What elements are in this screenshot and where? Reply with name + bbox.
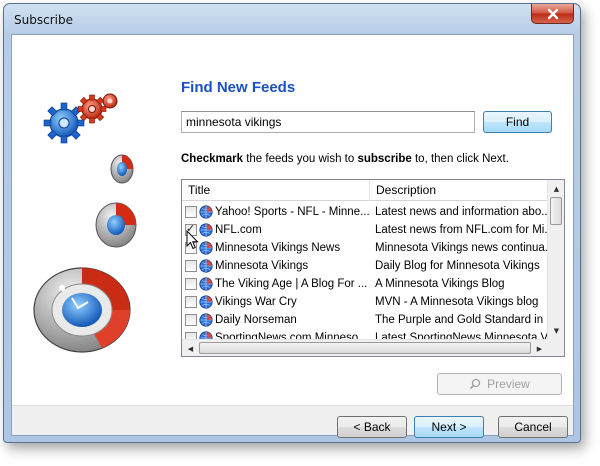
feed-globe-icon bbox=[199, 313, 213, 327]
instructions-checkmark: Checkmark bbox=[181, 153, 244, 165]
feed-title: Vikings War Cry bbox=[215, 296, 297, 308]
feed-description: A Minnesota Vikings Blog bbox=[375, 278, 505, 290]
list-item[interactable]: Minnesota Vikings Daily Blog for Minneso… bbox=[182, 257, 548, 275]
column-header-title[interactable]: Title bbox=[182, 180, 370, 201]
dialog-client-area: Find New Feeds Find Checkmark the feeds … bbox=[11, 34, 574, 438]
close-icon bbox=[547, 8, 558, 19]
feeds-list[interactable]: Title Description Yahoo! Sports - NFL - … bbox=[181, 179, 565, 357]
instructions-subscribe: subscribe bbox=[357, 153, 412, 165]
column-header-description[interactable]: Description bbox=[370, 180, 548, 201]
list-header: Title Description bbox=[182, 180, 548, 201]
vertical-scroll-thumb[interactable] bbox=[550, 197, 562, 225]
magnifier-icon bbox=[470, 378, 481, 390]
instructions-mid: the feeds you wish to bbox=[243, 153, 358, 165]
feed-description: The Purple and Gold Standard in ... bbox=[375, 314, 548, 326]
window-title: Subscribe bbox=[14, 13, 73, 27]
list-rows: Yahoo! Sports - NFL - Minne... Latest ne… bbox=[182, 203, 548, 347]
feed-title-cell: Daily Norseman bbox=[182, 313, 370, 327]
list-item[interactable]: Yahoo! Sports - NFL - Minne... Latest ne… bbox=[182, 203, 548, 221]
page-title: Find New Feeds bbox=[181, 79, 296, 96]
feed-title: The Viking Age | A Blog For ... bbox=[215, 278, 368, 290]
feed-checkbox[interactable] bbox=[185, 260, 197, 272]
feed-description: Latest news from NFL.com for Mi... bbox=[375, 224, 548, 236]
feed-title: Minnesota Vikings News bbox=[215, 242, 341, 254]
feed-checkbox[interactable] bbox=[185, 296, 197, 308]
preview-label: Preview bbox=[487, 377, 530, 391]
feed-globe-icon bbox=[199, 277, 213, 291]
feed-checkbox[interactable] bbox=[185, 206, 197, 218]
instructions-end: to, then click Next. bbox=[411, 153, 509, 165]
instructions-text: Checkmark the feeds you wish to subscrib… bbox=[181, 153, 509, 165]
cancel-button[interactable]: Cancel bbox=[498, 416, 568, 438]
title-bar[interactable]: Subscribe bbox=[4, 4, 580, 34]
feed-globe-icon bbox=[199, 205, 213, 219]
scroll-right-icon[interactable]: ▶ bbox=[531, 340, 548, 356]
feed-title-cell: Vikings War Cry bbox=[182, 295, 370, 309]
feed-title-cell: Minnesota Vikings News bbox=[182, 241, 370, 255]
list-item[interactable]: Minnesota Vikings News Minnesota Vikings… bbox=[182, 239, 548, 257]
feed-title-cell: NFL.com bbox=[182, 223, 370, 237]
search-input[interactable] bbox=[181, 111, 475, 133]
scroll-left-icon[interactable]: ◀ bbox=[182, 340, 199, 356]
list-item[interactable]: Vikings War Cry MVN - A Minnesota Viking… bbox=[182, 293, 548, 311]
feed-description: Minnesota Vikings news continua... bbox=[375, 242, 548, 254]
feed-title-cell: Yahoo! Sports - NFL - Minne... bbox=[182, 205, 370, 219]
back-button[interactable]: < Back bbox=[337, 416, 407, 438]
next-button[interactable]: Next > bbox=[414, 416, 484, 438]
gears-icon bbox=[33, 93, 137, 353]
feed-title-cell: The Viking Age | A Blog For ... bbox=[182, 277, 370, 291]
dialog-window: Subscribe Find New Feeds minnesota vikin… bbox=[3, 3, 581, 443]
feed-globe-icon bbox=[199, 223, 213, 237]
scroll-down-icon[interactable]: ▼ bbox=[548, 322, 564, 339]
list-item[interactable]: The Viking Age | A Blog For ... A Minnes… bbox=[182, 275, 548, 293]
feed-globe-icon bbox=[199, 295, 213, 309]
feed-title: NFL.com bbox=[215, 224, 262, 236]
feed-title: Minnesota Vikings bbox=[215, 260, 309, 272]
feed-title: Yahoo! Sports - NFL - Minne... bbox=[215, 206, 370, 218]
list-item[interactable]: NFL.com Latest news from NFL.com for Mi.… bbox=[182, 221, 548, 239]
feed-checkbox[interactable] bbox=[185, 278, 197, 290]
feed-title: Daily Norseman bbox=[215, 314, 297, 326]
horizontal-scrollbar[interactable]: ◀ ▶ bbox=[182, 339, 548, 356]
dialog-footer bbox=[12, 405, 573, 435]
preview-button[interactable]: Preview bbox=[437, 373, 562, 395]
feed-globe-icon bbox=[199, 259, 213, 273]
feed-checkbox[interactable] bbox=[185, 314, 197, 326]
list-item[interactable]: Daily Norseman The Purple and Gold Stand… bbox=[182, 311, 548, 329]
close-button[interactable] bbox=[531, 4, 574, 24]
horizontal-scroll-thumb[interactable] bbox=[199, 342, 531, 354]
mouse-cursor-icon bbox=[186, 230, 199, 250]
vertical-scrollbar[interactable]: ▲ ▼ bbox=[547, 180, 564, 339]
feed-globe-icon bbox=[199, 241, 213, 255]
scroll-corner bbox=[547, 339, 564, 356]
feed-title-cell: Minnesota Vikings bbox=[182, 259, 370, 273]
find-button[interactable]: Find bbox=[483, 111, 552, 133]
feed-description: Latest news and information abo... bbox=[375, 206, 548, 218]
scroll-up-icon[interactable]: ▲ bbox=[548, 180, 564, 197]
feed-description: Daily Blog for Minnesota Vikings bbox=[375, 260, 540, 272]
feed-description: MVN - A Minnesota Vikings blog bbox=[375, 296, 539, 308]
